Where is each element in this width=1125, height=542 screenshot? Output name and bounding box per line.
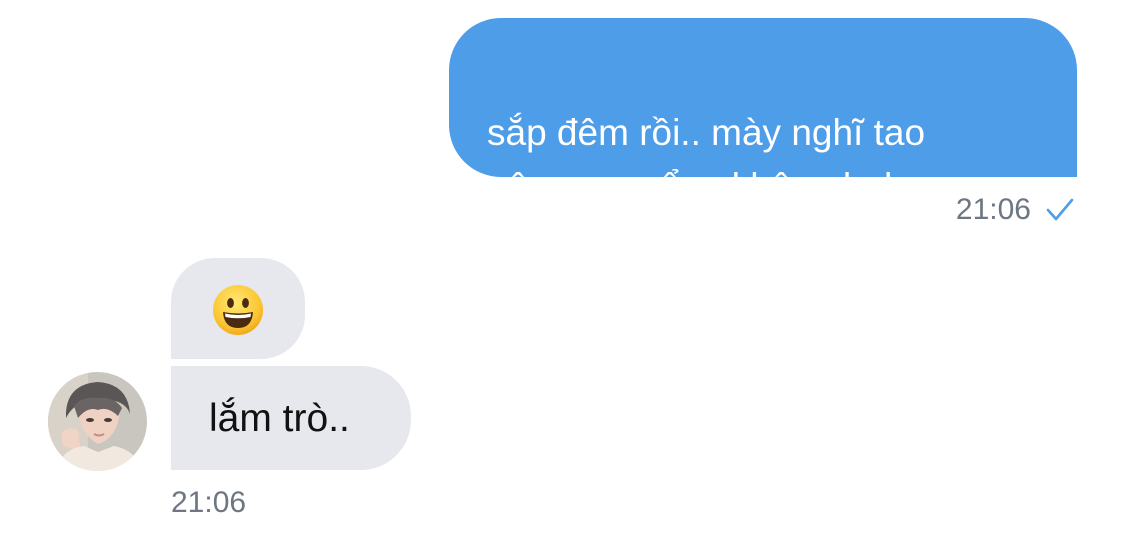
check-icon xyxy=(1046,198,1074,221)
grinning-face-icon xyxy=(213,285,263,335)
avatar-image xyxy=(48,372,147,471)
incoming-message-text: lắm trò.. xyxy=(209,397,350,440)
outgoing-message-bubble[interactable]: sắp đêm rồi.. mày nghĩ tao nên spam ổng … xyxy=(449,18,1077,207)
incoming-message-time: 21:06 xyxy=(171,486,247,519)
avatar[interactable] xyxy=(48,372,147,471)
incoming-message-bubble[interactable]: lắm trò.. xyxy=(171,366,411,470)
incoming-emoji-bubble[interactable] xyxy=(171,258,305,359)
outgoing-message-text: sắp đêm rồi.. mày nghĩ tao nên spam ổng … xyxy=(487,112,926,207)
outgoing-message-time: 21:06 xyxy=(955,193,1031,226)
